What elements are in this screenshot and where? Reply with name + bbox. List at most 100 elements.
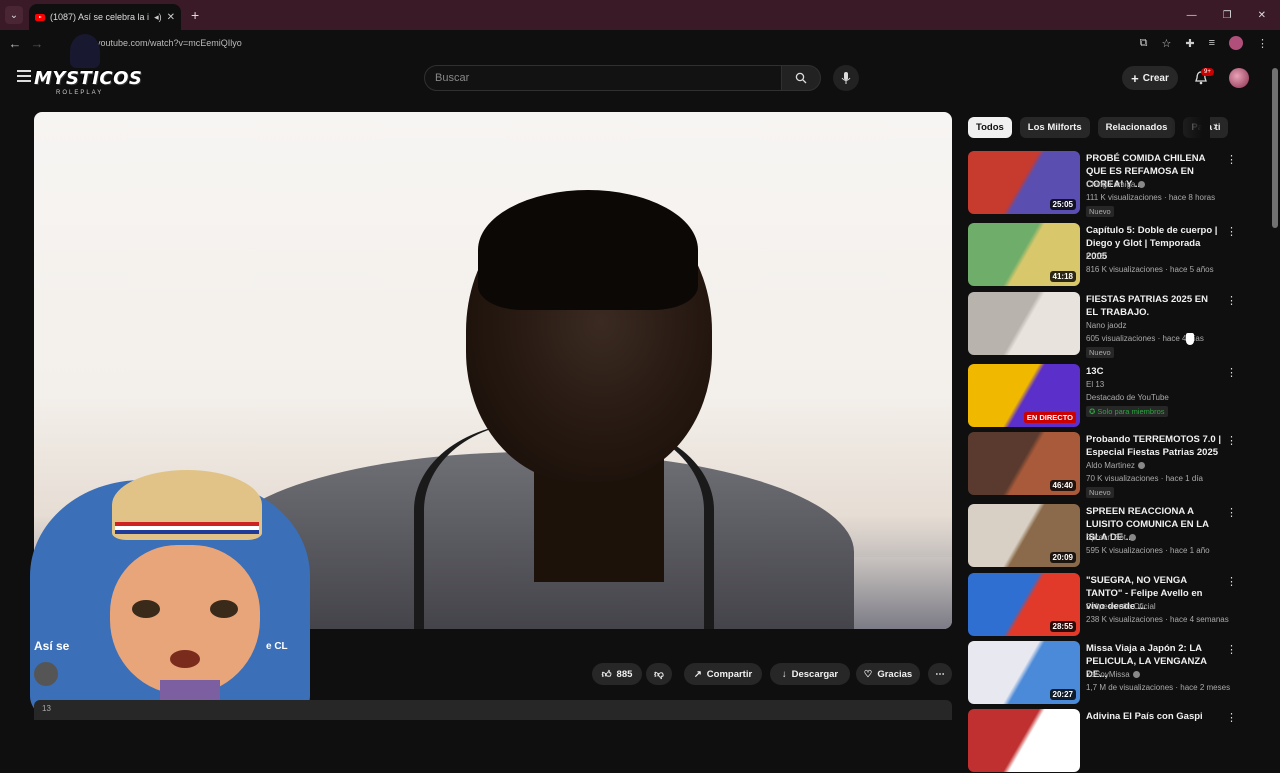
notification-count-badge: 9+ <box>1201 68 1214 76</box>
recommendation-title[interactable]: FIESTAS PATRIAS 2025 EN EL TRABAJO. <box>1086 293 1222 319</box>
menu-icon[interactable] <box>17 70 31 82</box>
more-options-icon[interactable]: ⋮ <box>1226 153 1237 166</box>
media-icon[interactable]: ≡ <box>1209 37 1215 49</box>
recommendation-item[interactable]: 41:18 Capítulo 5: Doble de cuerpo | Diego… <box>968 223 1238 287</box>
logo-subtext: ROLEPLAY <box>56 90 104 96</box>
search-input[interactable]: Buscar <box>424 65 782 91</box>
recommendation-channel[interactable]: Felipe Avello Oficial <box>1086 602 1156 611</box>
more-actions-button[interactable]: ⋯ <box>928 663 952 685</box>
more-options-icon[interactable]: ⋮ <box>1226 434 1237 447</box>
description-box[interactable]: 13 <box>34 700 952 720</box>
minimize-icon[interactable]: — <box>1187 10 1197 21</box>
chip-los-milforts[interactable]: Los Milforts <box>1019 117 1090 138</box>
browser-tab[interactable]: (1087) Así se celebra la indi ◂) ✕ <box>29 4 181 30</box>
recommendation-thumbnail[interactable]: 41:18 <box>968 223 1080 286</box>
recommendation-thumbnail[interactable]: 46:40 <box>968 432 1080 495</box>
recommendation-channel[interactable]: El 13 <box>1086 380 1104 389</box>
share-button[interactable]: ↗ Compartir <box>684 663 762 685</box>
recommendation-channel[interactable]: Spreen Bot <box>1086 533 1137 542</box>
tab-search-icon[interactable]: ⌄ <box>5 6 23 24</box>
super-thanks-icon: ♡ <box>863 668 873 680</box>
more-options-icon[interactable]: ⋮ <box>1226 366 1237 379</box>
more-options-icon[interactable]: ⋮ <box>1226 225 1237 238</box>
more-options-icon[interactable]: ⋮ <box>1226 575 1237 588</box>
recommendation-item[interactable]: 28:55 "SUEGRA, NO VENGA TANTO" - Felipe A… <box>968 573 1238 637</box>
more-options-icon[interactable]: ⋮ <box>1226 711 1237 724</box>
channel-avatar[interactable] <box>34 662 58 686</box>
recommendation-thumbnail[interactable]: 28:55 <box>968 573 1080 636</box>
recommendation-thumbnail[interactable]: 25:05 <box>968 151 1080 214</box>
recommendation-thumbnail[interactable] <box>968 292 1080 355</box>
video-duration: 25:05 <box>1049 199 1076 210</box>
bookmark-star-icon[interactable]: ☆ <box>1161 37 1171 50</box>
window-controls: — ❐ ✕ <box>1187 10 1266 21</box>
recommendation-thumbnail[interactable]: EN DIRECTO <box>968 364 1080 427</box>
recommendation-item[interactable]: 25:05 PROBÉ COMIDA CHILENA QUE ES REFAMOS… <box>968 151 1238 217</box>
extensions-icon[interactable]: ✚ <box>1185 37 1194 50</box>
channel-name: El 13 <box>1086 380 1105 389</box>
avatar-eye-left <box>132 600 160 618</box>
more-options-icon[interactable]: ⋮ <box>1226 506 1237 519</box>
voice-search-button[interactable] <box>833 65 859 91</box>
more-options-icon[interactable]: ⋮ <box>1226 643 1237 656</box>
recommendation-title[interactable]: Probando TERREMOTOS 7.0 | Especial Fiest… <box>1086 433 1222 459</box>
video-title: Así se <box>34 639 70 653</box>
recommendation-channel[interactable]: Chingu amiga <box>1086 180 1146 189</box>
chip-todos[interactable]: Todos <box>968 117 1012 138</box>
recommendation-title[interactable]: Capítulo 5: Doble de cuerpo | Diego y Gl… <box>1086 224 1222 263</box>
close-tab-icon[interactable]: ✕ <box>167 12 175 23</box>
page-scrollbar[interactable] <box>1272 68 1278 228</box>
new-badge: Nuevo <box>1086 347 1114 358</box>
recommendation-item[interactable]: 20:27 Missa Viaja a Japón 2: LA PELICULA,… <box>968 641 1238 705</box>
like-count: 885 <box>616 668 633 680</box>
back-icon[interactable]: ← <box>4 36 26 51</box>
account-avatar[interactable] <box>1229 68 1249 88</box>
video-title-end: e CL <box>266 641 288 652</box>
recommendation-channel[interactable]: Nano jaodz <box>1086 321 1126 330</box>
recommendation-title[interactable]: Adivina El País con Gaspi <box>1086 710 1222 723</box>
recommendation-item[interactable]: FIESTAS PATRIAS 2025 EN EL TRABAJO. Nano … <box>968 292 1238 358</box>
url-field[interactable]: youtube.com/watch?v=mcEemiQIlyo <box>96 38 242 48</box>
search-button[interactable] <box>781 65 821 91</box>
plus-icon: + <box>1131 70 1139 86</box>
recommendation-channel[interactable]: El 13 <box>1086 252 1104 261</box>
recommendation-item[interactable]: EN DIRECTO 13C El 13 Destacado de YouTube ✪ … <box>968 364 1238 428</box>
recommendation-item[interactable]: 20:09 SPREEN REACCIONA A LUISITO COMUNICA… <box>968 504 1238 568</box>
create-button[interactable]: + Crear <box>1122 66 1178 90</box>
like-button[interactable]: 👍︎ 885 <box>592 663 642 685</box>
download-button[interactable]: ↓ Descargar <box>770 663 850 685</box>
recommendation-thumbnail[interactable]: 20:09 <box>968 504 1080 567</box>
audio-icon[interactable]: ◂) <box>154 12 162 23</box>
chip-relacionados[interactable]: Relacionados <box>1097 117 1176 138</box>
restore-icon[interactable]: ❐ <box>1223 10 1232 21</box>
browser-menu-icon[interactable]: ⋮ <box>1257 37 1268 50</box>
video-duration: 20:09 <box>1049 552 1076 563</box>
dislike-button[interactable]: 👎︎ <box>646 663 672 685</box>
more-options-icon[interactable]: ⋮ <box>1226 294 1237 307</box>
channel-logo[interactable]: MYSTICOS ROLEPLAY <box>34 34 142 96</box>
browser-profile-avatar[interactable] <box>1229 36 1243 50</box>
close-window-icon[interactable]: ✕ <box>1258 10 1266 21</box>
search-icon <box>795 72 807 84</box>
new-tab-button[interactable]: + <box>191 7 199 23</box>
thanks-label: Gracias <box>877 668 913 680</box>
thanks-button[interactable]: ♡ Gracias <box>856 663 920 685</box>
install-icon[interactable]: ⧉ <box>1140 37 1148 50</box>
thumbs-up-icon: 👍︎ <box>601 669 612 680</box>
channel-name: El 13 <box>1086 252 1105 261</box>
recommendation-channel[interactable]: YoSoyMissa <box>1086 670 1140 679</box>
video-duration: 46:40 <box>1049 480 1076 491</box>
channel-name: Nano jaodz <box>1086 321 1127 330</box>
recommendation-title[interactable]: 13C <box>1086 365 1222 378</box>
recommendation-thumbnail[interactable]: 20:27 <box>968 641 1080 704</box>
recommendation-item[interactable]: Adivina El País con Gaspi ⋮ <box>968 709 1238 773</box>
recommendation-meta: 1,7 M de visualizaciones · hace 2 meses <box>1086 683 1231 692</box>
recommendation-item[interactable]: 46:40 Probando TERREMOTOS 7.0 | Especial … <box>968 432 1238 498</box>
chevron-right-icon[interactable]: › <box>1213 119 1217 133</box>
recommendation-meta: 111 K visualizaciones · hace 8 horas <box>1086 193 1216 202</box>
recommendation-channel[interactable]: Aldo Martinez <box>1086 461 1145 470</box>
hat-flag-band <box>115 522 259 534</box>
forward-icon[interactable]: → <box>26 36 48 51</box>
recommendation-thumbnail[interactable] <box>968 709 1080 772</box>
video-duration: 20:27 <box>1049 689 1076 700</box>
